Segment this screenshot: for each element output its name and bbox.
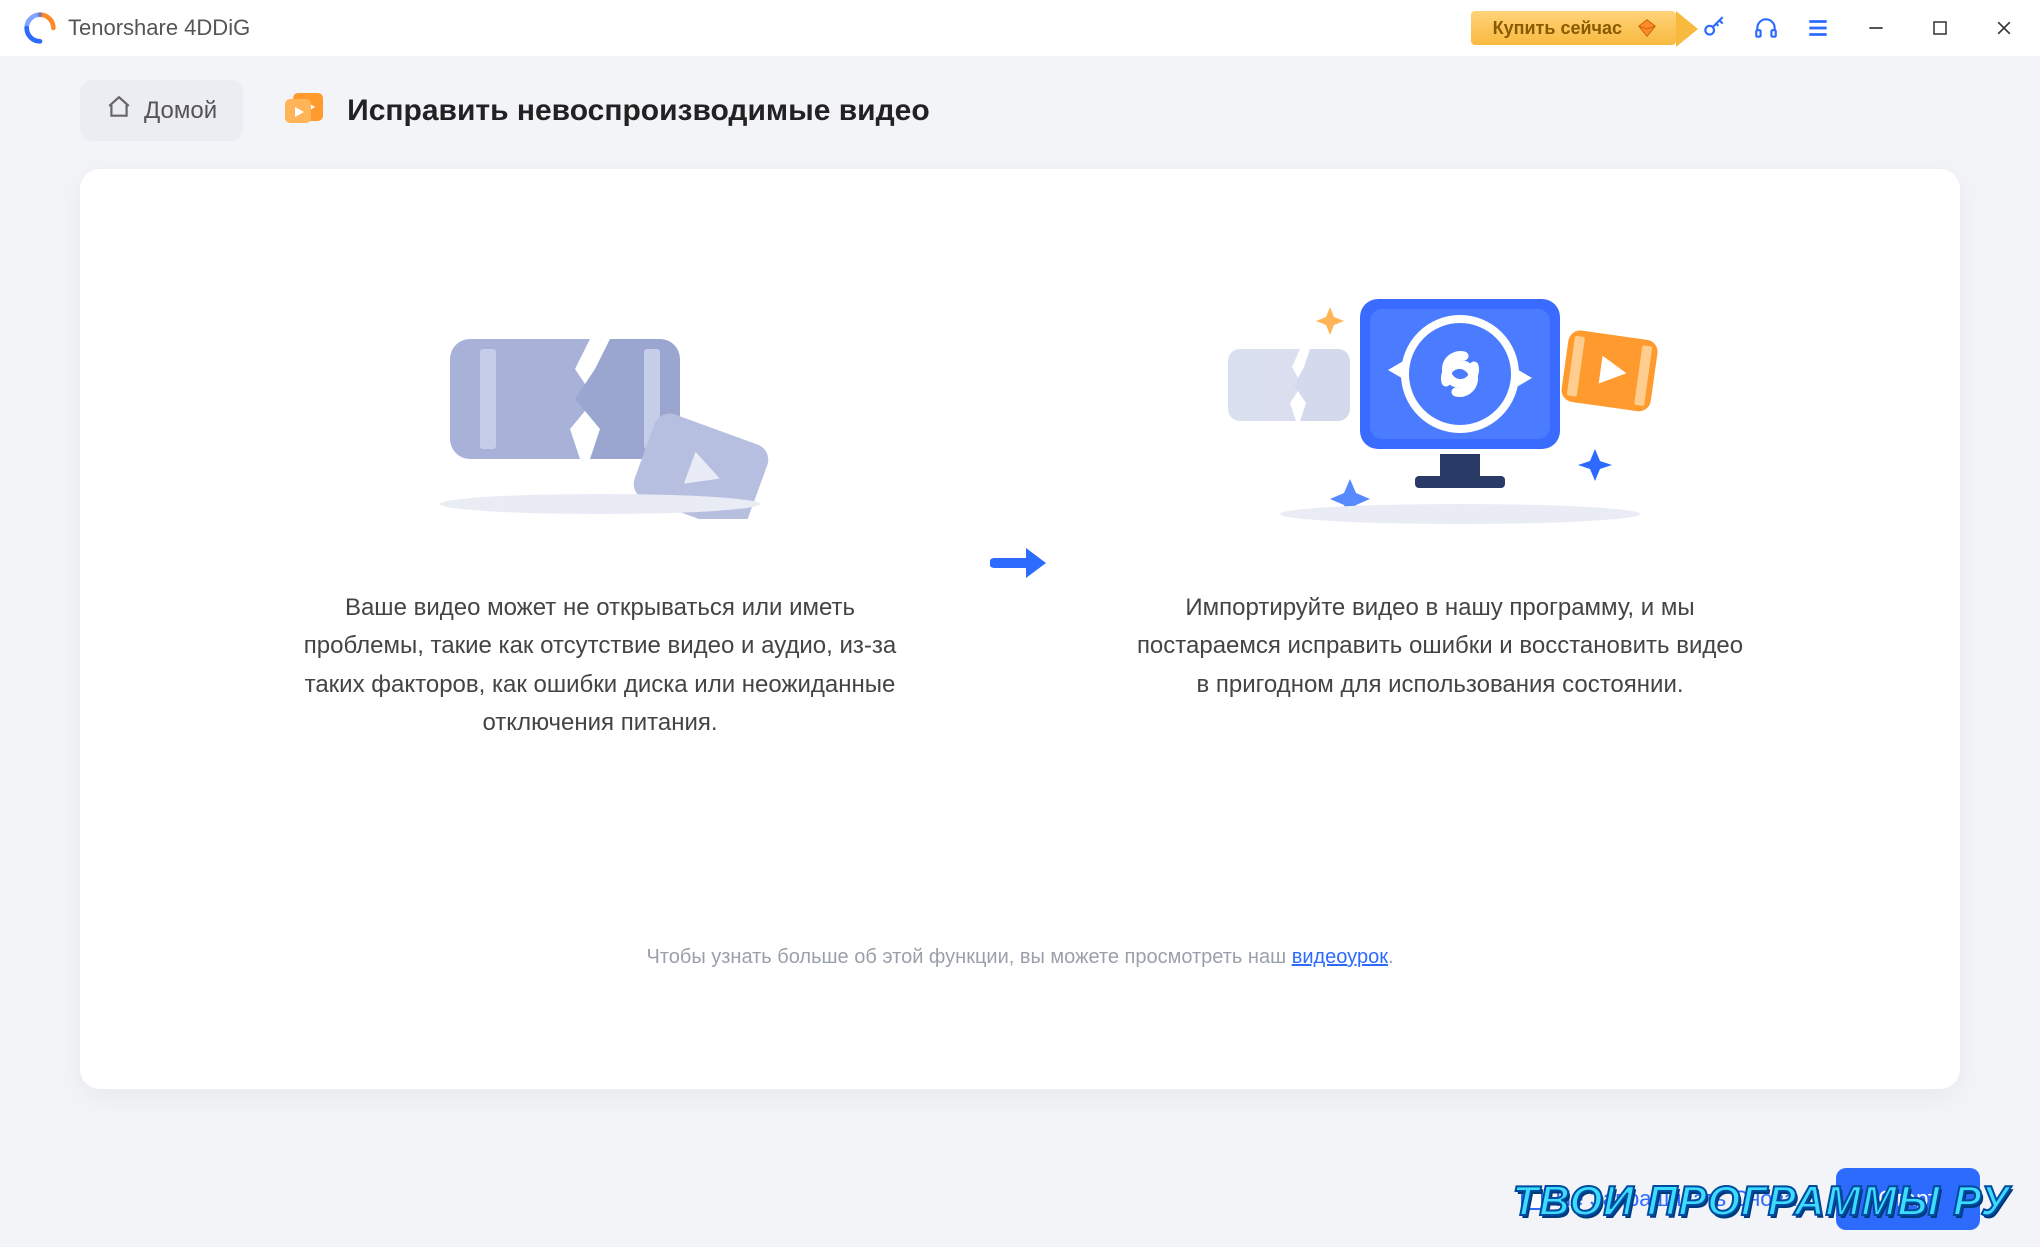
page-title-wrap: Исправить невоспроизводимые видео <box>283 89 930 132</box>
minimize-button[interactable] <box>1856 8 1896 48</box>
checkbox-box-icon <box>1521 1188 1543 1210</box>
home-label: Домой <box>144 97 217 125</box>
footer-bar: Не Запрашивать Снова Старт <box>0 1151 2040 1247</box>
video-tutorial-link[interactable]: видеоурок <box>1292 946 1388 968</box>
maximize-button[interactable] <box>1920 8 1960 48</box>
solution-description: Импортируйте видео в нашу программу, и м… <box>1130 589 1750 704</box>
content-columns: Ваше видео может не открываться или имет… <box>140 289 1900 743</box>
headset-icon[interactable] <box>1752 14 1780 42</box>
titlebar-right: Купить сейчас <box>1471 8 2024 48</box>
solution-column: Импортируйте видео в нашу программу, и м… <box>1130 289 1750 704</box>
repair-illustration <box>1130 289 1750 529</box>
app-title: Tenorshare 4DDiG <box>68 15 250 41</box>
close-button[interactable] <box>1984 8 2024 48</box>
titlebar: Tenorshare 4DDiG Купить сейчас <box>0 0 2040 56</box>
home-icon <box>106 94 132 127</box>
start-button[interactable]: Старт <box>1836 1168 1980 1230</box>
page-title: Исправить невоспроизводимые видео <box>347 94 930 128</box>
video-tutorial-hint: Чтобы узнать больше об этой функции, вы … <box>80 946 1960 969</box>
app-logo-icon <box>24 12 56 44</box>
problem-description: Ваше видео может не открываться или имет… <box>290 589 910 743</box>
content-card: Ваше видео может не открываться или имет… <box>80 169 1960 1089</box>
arrow-right-icon <box>990 542 1050 589</box>
buy-now-button[interactable]: Купить сейчас <box>1471 11 1676 45</box>
hint-suffix: . <box>1388 946 1394 968</box>
buy-now-label: Купить сейчас <box>1493 18 1622 39</box>
menu-icon[interactable] <box>1804 14 1832 42</box>
dont-ask-again-checkbox[interactable]: Не Запрашивать Снова <box>1521 1186 1796 1212</box>
problem-column: Ваше видео может не открываться или имет… <box>290 289 910 743</box>
video-repair-icon <box>283 89 327 132</box>
titlebar-left: Tenorshare 4DDiG <box>24 12 250 44</box>
dont-ask-again-label: Не Запрашивать Снова <box>1555 1186 1796 1212</box>
hint-prefix: Чтобы узнать больше об этой функции, вы … <box>646 946 1291 968</box>
home-breadcrumb[interactable]: Домой <box>80 80 243 141</box>
diamond-icon <box>1636 17 1658 39</box>
key-icon[interactable] <box>1700 14 1728 42</box>
broken-video-illustration <box>290 289 910 529</box>
header-row: Домой Исправить невоспроизводимые видео <box>0 56 2040 141</box>
